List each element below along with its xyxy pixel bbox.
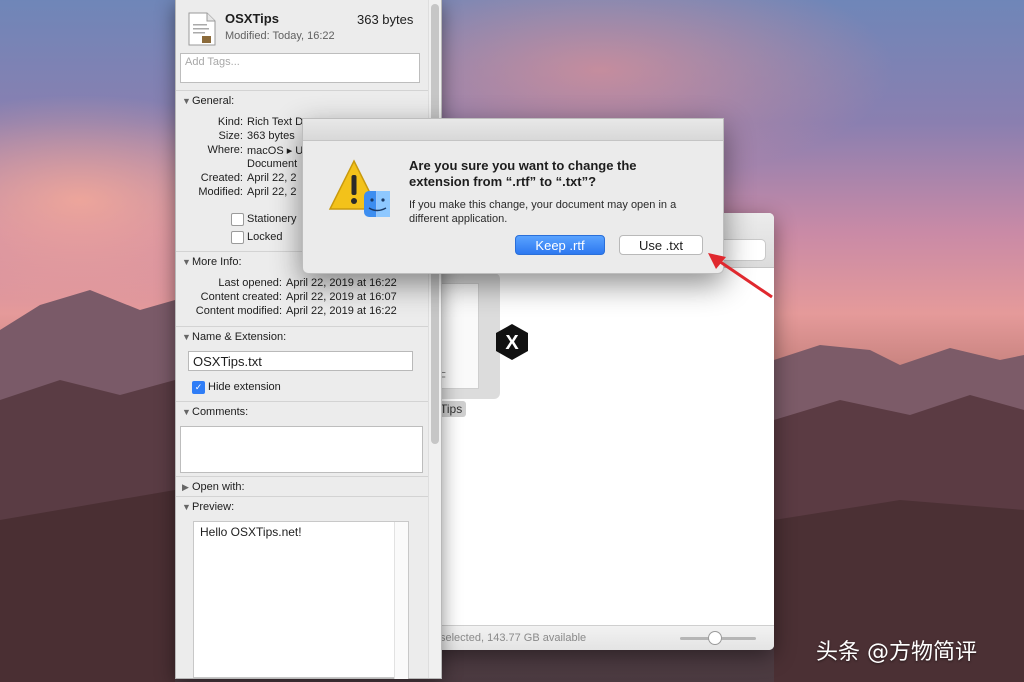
locked-checkbox[interactable] [231, 231, 244, 244]
last-opened-value: April 22, 2019 at 16:22 [286, 277, 397, 289]
disclosure-triangle-icon[interactable]: ▼ [182, 96, 192, 106]
finder-status-bar: selected, 143.77 GB available [430, 625, 774, 650]
dialog-titlebar [303, 119, 723, 141]
content-modified-value: April 22, 2019 at 16:22 [286, 305, 397, 317]
preview-text: Hello OSXTips.net! [200, 525, 302, 539]
divider [176, 401, 428, 402]
modified-value: April 22, 2 [247, 186, 297, 198]
divider [176, 90, 428, 91]
disclosure-triangle-icon[interactable]: ▶ [182, 482, 192, 493]
file-name-field[interactable]: OSXTips.txt [188, 351, 413, 371]
keep-rtf-button[interactable]: Keep .rtf [515, 235, 605, 255]
document-icon [188, 12, 216, 46]
preview-scrollbar[interactable] [394, 522, 408, 679]
x-badge-text: X [505, 332, 519, 354]
use-txt-button[interactable]: Use .txt [619, 235, 703, 255]
modified-label: Modified: [198, 186, 243, 198]
preview-area: Hello OSXTips.net! [193, 521, 409, 679]
hide-extension-checkbox[interactable]: ✓ [192, 381, 205, 394]
dialog-title: Are you sure you want to change the exte… [409, 158, 637, 189]
where-label: Where: [207, 144, 243, 156]
watermark: 头条 @方物简评 [816, 640, 977, 665]
size-label: Size: [218, 130, 243, 142]
icon-size-slider-knob[interactable] [708, 631, 722, 645]
general-section-header[interactable]: ▼General: [182, 95, 234, 107]
comments-textarea[interactable] [180, 426, 423, 473]
arrow-icon [708, 253, 773, 299]
disclosure-triangle-icon[interactable]: ▼ [182, 257, 192, 267]
stationery-label: Stationery [247, 213, 297, 225]
warning-icon [328, 159, 390, 217]
content-created-label: Content created: [200, 291, 282, 303]
dialog-message: If you make this change, your document m… [409, 199, 677, 225]
info-modified-date: Modified: Today, 16:22 [225, 30, 335, 42]
divider [176, 326, 428, 327]
kind-value: Rich Text D [247, 116, 304, 128]
info-file-size: 363 bytes [357, 12, 414, 27]
info-file-name: OSXTips [225, 11, 279, 26]
x-badge-icon: X [496, 324, 528, 360]
where-value-line2: Document [247, 158, 298, 170]
info-scroll-track[interactable] [428, 0, 441, 678]
disclosure-triangle-icon[interactable]: ▼ [182, 407, 192, 417]
get-info-panel: OSXTips 363 bytes Modified: Today, 16:22… [175, 0, 442, 679]
tags-input[interactable]: Add Tags... [180, 53, 420, 83]
divider [176, 476, 428, 477]
content-modified-label: Content modified: [195, 305, 282, 317]
content-created-value: April 22, 2019 at 16:07 [286, 291, 397, 303]
disclosure-triangle-icon[interactable]: ▼ [182, 502, 192, 512]
last-opened-label: Last opened: [218, 277, 282, 289]
stationery-checkbox[interactable] [231, 213, 244, 226]
finder-icon [364, 191, 390, 217]
comments-section-header[interactable]: ▼Comments: [182, 406, 248, 418]
created-value: April 22, 2 [247, 172, 297, 184]
disclosure-triangle-icon[interactable]: ▼ [182, 332, 192, 342]
hide-extension-label: Hide extension [208, 381, 281, 393]
more-info-section-header[interactable]: ▼More Info: [182, 256, 242, 268]
open-with-section-header[interactable]: ▶ Open with: [182, 481, 245, 493]
where-value: macOS ▸ U [247, 145, 304, 157]
locked-label: Locked [247, 231, 283, 243]
size-value: 363 bytes [247, 130, 295, 142]
name-extension-section-header[interactable]: ▼Name & Extension: [182, 331, 286, 343]
divider [176, 496, 428, 497]
created-label: Created: [200, 172, 243, 184]
change-extension-dialog: Are you sure you want to change the exte… [302, 118, 724, 274]
preview-section-header[interactable]: ▼Preview: [182, 501, 234, 513]
status-text: selected, 143.77 GB available [440, 632, 587, 644]
kind-label: Kind: [217, 116, 243, 128]
